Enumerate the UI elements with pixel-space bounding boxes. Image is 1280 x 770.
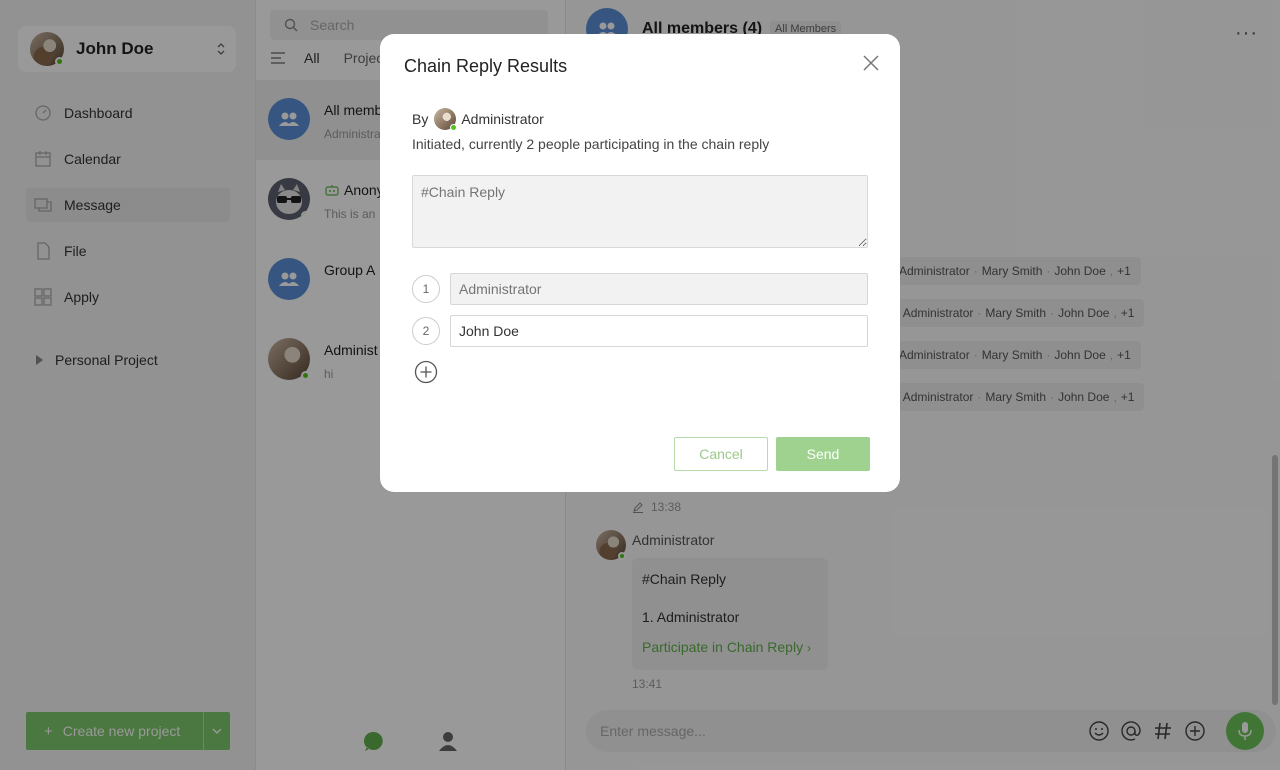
initiator-name: Administrator: [461, 111, 544, 127]
close-icon[interactable]: [862, 54, 880, 72]
participation-summary: Initiated, currently 2 people participat…: [412, 136, 770, 152]
entry-number: 1: [412, 275, 440, 303]
entry-number: 2: [412, 317, 440, 345]
entry-input[interactable]: [450, 315, 868, 347]
online-status-dot: [450, 124, 458, 131]
initiator-row: By Administrator: [412, 108, 544, 131]
add-entry-icon[interactable]: [414, 360, 438, 384]
chain-entry: 1: [412, 273, 868, 305]
chain-entry: 2: [412, 315, 868, 347]
by-label: By: [412, 111, 429, 127]
entry-input[interactable]: [450, 273, 868, 305]
chain-reply-topic-field[interactable]: [412, 175, 868, 248]
modal-title: Chain Reply Results: [404, 56, 568, 76]
initiator-avatar: [434, 108, 458, 131]
chain-reply-modal: Chain Reply Results By Administrator Ini…: [380, 34, 900, 492]
cancel-button[interactable]: Cancel: [674, 437, 768, 471]
send-button[interactable]: Send: [776, 437, 870, 471]
